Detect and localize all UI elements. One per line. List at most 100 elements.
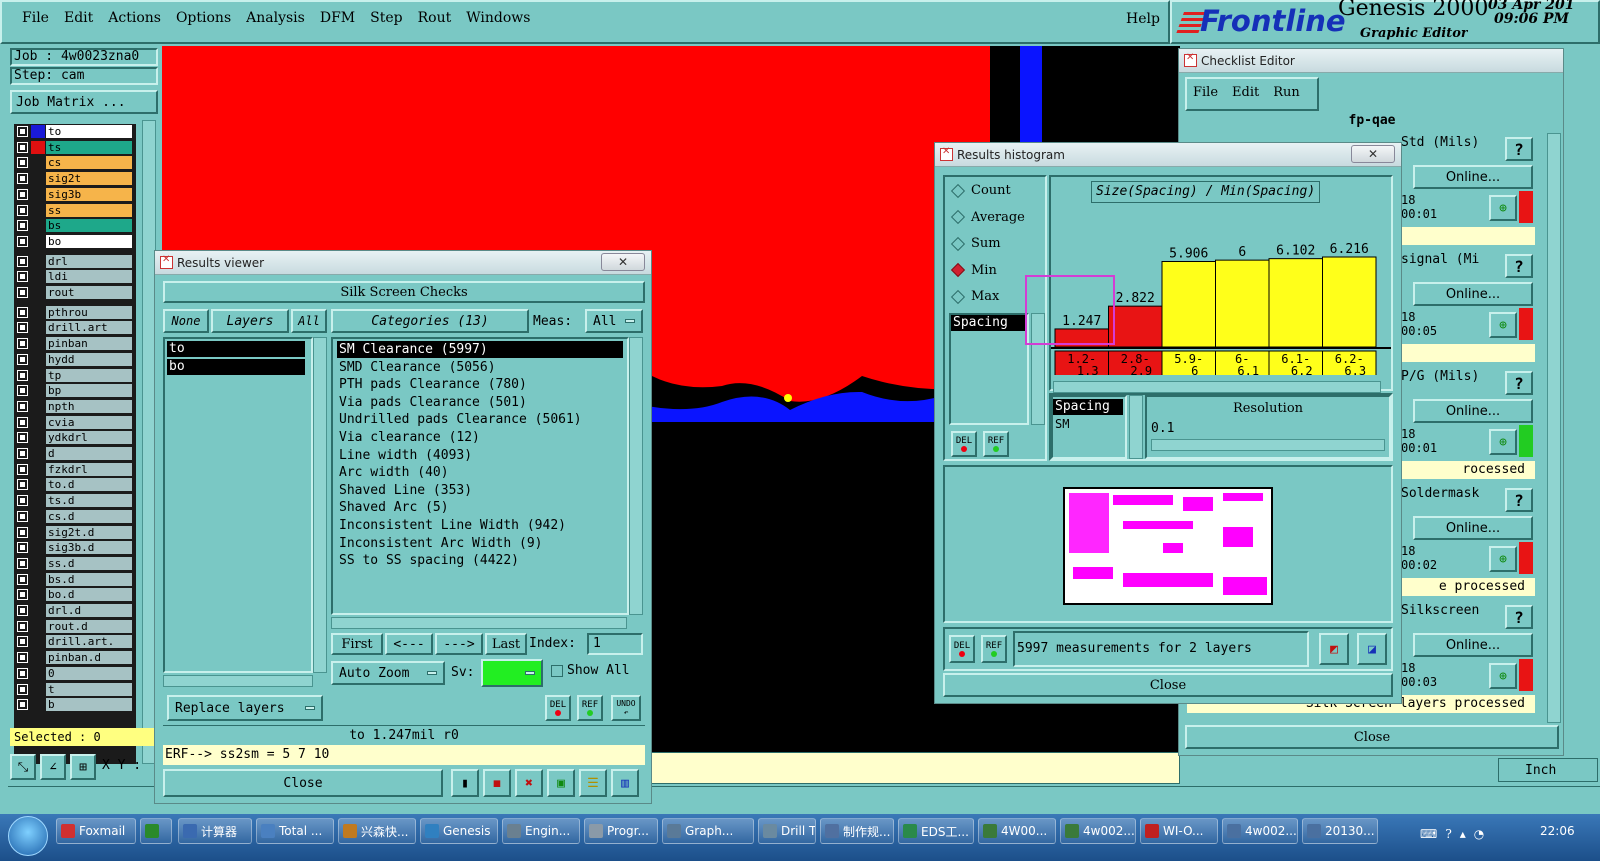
layer-checkbox[interactable]	[17, 204, 28, 216]
layer-color-swatch[interactable]	[31, 399, 45, 413]
checklist-help-button[interactable]: ?	[1505, 605, 1533, 629]
layer-color-swatch[interactable]	[31, 588, 45, 602]
layer-row[interactable]: b	[14, 697, 132, 712]
taskbar-item[interactable]: Genesis	[420, 818, 498, 844]
layer-color-swatch[interactable]	[31, 156, 45, 170]
layer-color-swatch[interactable]	[31, 219, 45, 233]
next-button[interactable]: --->	[435, 633, 483, 655]
menu-item-dfm[interactable]: DFM	[320, 10, 355, 26]
none-button[interactable]: None	[163, 309, 209, 333]
histogram-bar[interactable]	[1108, 305, 1163, 348]
layer-row[interactable]: d	[14, 446, 132, 461]
layer-color-swatch[interactable]	[31, 270, 45, 284]
layer-checkbox[interactable]	[17, 188, 28, 200]
taskbar-item[interactable]: Progr...	[584, 818, 658, 844]
layer-row[interactable]: ts.d	[14, 493, 132, 508]
category-item[interactable]: Inconsistent Line Width (942)	[337, 517, 566, 534]
taskbar-item[interactable]: WI-O...	[1140, 818, 1218, 844]
taskbar-item[interactable]: 计算器	[178, 818, 252, 844]
layer-row[interactable]: ss.d	[14, 556, 132, 571]
last-button[interactable]: Last	[485, 633, 527, 655]
tool-icon-2[interactable]: ◼	[483, 769, 511, 797]
menu-item-rout[interactable]: Rout	[418, 10, 452, 26]
layer-checkbox[interactable]	[17, 557, 28, 569]
layer-checkbox[interactable]	[17, 542, 28, 554]
mode-min-radio[interactable]: Min	[950, 263, 997, 278]
category-item[interactable]: Shaved Arc (5)	[337, 499, 449, 516]
viewer-undo-button[interactable]: UNDO ↶	[611, 695, 641, 721]
layer-checkbox[interactable]	[17, 667, 28, 679]
histogram-bar[interactable]	[1161, 260, 1216, 348]
layer-checkbox[interactable]	[17, 369, 28, 381]
result-layer-item[interactable]: bo	[167, 359, 305, 375]
zoom-tool-icon[interactable]: ⤡	[10, 754, 36, 780]
layer-checkbox[interactable]	[17, 255, 28, 267]
layer-checkbox[interactable]	[17, 620, 28, 632]
layer-checkbox[interactable]	[17, 526, 28, 538]
taskbar-item[interactable]: Foxmail	[56, 818, 136, 844]
tool-icon-3[interactable]: ✖	[515, 769, 543, 797]
category-item[interactable]: Shaved Line (353)	[337, 482, 472, 499]
tool-icon-1[interactable]: ▮	[451, 769, 479, 797]
layer-color-swatch[interactable]	[31, 187, 45, 201]
layer-row[interactable]: to	[14, 124, 132, 139]
layer-color-swatch[interactable]	[31, 305, 45, 319]
checklist-help-button[interactable]: ?	[1505, 254, 1533, 278]
histogram-ref-button[interactable]: REF	[983, 431, 1009, 457]
layer-checkbox[interactable]	[17, 271, 28, 283]
taskbar-item[interactable]: Engin...	[502, 818, 580, 844]
taskbar-item[interactable]: Drill T...	[758, 818, 816, 844]
layer-checkbox[interactable]	[17, 157, 28, 169]
layer-row[interactable]: hydd	[14, 352, 132, 367]
spacing-scrollbar[interactable]	[1129, 395, 1143, 459]
layer-checkbox[interactable]	[17, 573, 28, 585]
measure-tool-icon[interactable]: ∠	[40, 754, 66, 780]
layer-color-swatch[interactable]	[31, 651, 45, 665]
category-item[interactable]: Undrilled pads Clearance (5061)	[337, 411, 582, 428]
replace-layers-dropdown[interactable]: Replace layers	[167, 695, 323, 721]
layer-color-swatch[interactable]	[31, 666, 45, 680]
layer-checkbox[interactable]	[17, 287, 28, 298]
report-icon[interactable]: ◪	[1357, 633, 1387, 665]
categories-button[interactable]: Categories (13)	[331, 309, 529, 333]
viewer-close-button[interactable]: Close	[163, 769, 443, 797]
category-hscroll[interactable]	[331, 617, 627, 629]
layer-checkbox[interactable]	[17, 510, 28, 522]
layer-checkbox[interactable]	[17, 173, 28, 185]
menu-item-step[interactable]: Step	[370, 10, 402, 26]
layer-checkbox[interactable]	[17, 306, 28, 318]
layer-row[interactable]: drill.art	[14, 320, 132, 335]
layer-row[interactable]: sig3b.d	[14, 540, 132, 555]
layer-color-swatch[interactable]	[31, 172, 45, 186]
menu-item-options[interactable]: Options	[176, 10, 231, 26]
layer-color-swatch[interactable]	[31, 682, 45, 696]
layer-color-swatch[interactable]	[31, 509, 45, 523]
layer-color-swatch[interactable]	[31, 635, 45, 649]
layer-row[interactable]: ydkdrl	[14, 430, 132, 445]
show-all-checkbox[interactable]	[551, 665, 563, 677]
layer-row[interactable]: bo.d	[14, 587, 132, 602]
layer-row[interactable]: ts	[14, 140, 132, 155]
auto-zoom-dropdown[interactable]: Auto Zoom	[331, 661, 445, 685]
layer-row[interactable]: tp	[14, 368, 132, 383]
layer-row[interactable]: npth	[14, 399, 132, 414]
layer-row[interactable]: to.d	[14, 477, 132, 492]
category-item[interactable]: SS to SS spacing (4422)	[337, 552, 519, 569]
tool-icon-4[interactable]: ▣	[547, 769, 575, 797]
category-item[interactable]: Inconsistent Arc Width (9)	[337, 535, 543, 552]
layer-result-hscroll[interactable]	[163, 675, 313, 687]
layer-row[interactable]: 0	[14, 666, 132, 681]
menu-item-analysis[interactable]: Analysis	[246, 10, 305, 26]
histogram-close-icon[interactable]: ✕	[1351, 145, 1395, 163]
index-input[interactable]: 1	[587, 633, 643, 655]
layer-color-swatch[interactable]	[31, 572, 45, 586]
layer-checkbox[interactable]	[17, 589, 28, 601]
spacing-list-item[interactable]: SM	[1053, 417, 1069, 431]
network-icon[interactable]: ◔	[1474, 827, 1484, 841]
layer-color-swatch[interactable]	[31, 352, 45, 366]
menu-item-edit[interactable]: Edit	[64, 10, 93, 26]
layer-row[interactable]: drl	[14, 254, 132, 269]
taskbar-item[interactable]	[140, 818, 172, 844]
layer-row[interactable]: pthrou	[14, 305, 132, 320]
layer-checkbox[interactable]	[17, 385, 28, 397]
